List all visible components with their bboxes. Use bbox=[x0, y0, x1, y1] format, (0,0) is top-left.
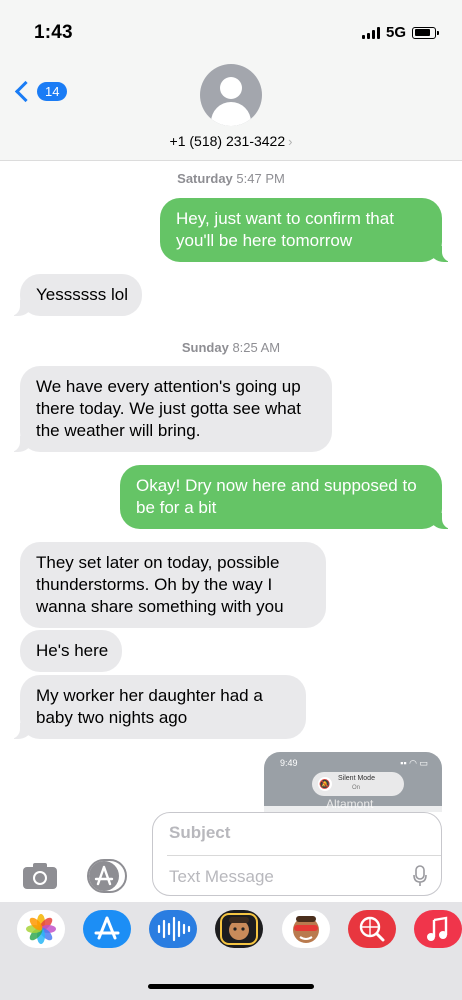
text-message-field[interactable]: Text Message bbox=[169, 867, 274, 887]
unread-badge: 14 bbox=[37, 82, 68, 101]
contact-name[interactable]: +1 (518) 231-3422 › bbox=[0, 133, 462, 149]
contact-avatar[interactable] bbox=[200, 64, 262, 126]
music-icon[interactable] bbox=[414, 910, 462, 948]
received-message[interactable]: They set later on today, possible thunde… bbox=[20, 542, 326, 628]
status-time: 1:43 bbox=[34, 22, 73, 43]
received-message[interactable]: My worker her daughter had a baby two ni… bbox=[6, 675, 306, 739]
bell-slash-icon: 🔕 bbox=[318, 777, 332, 791]
app-store-icon[interactable] bbox=[83, 910, 131, 948]
camera-icon[interactable] bbox=[22, 862, 58, 890]
person-icon bbox=[220, 77, 242, 99]
thumb-status-icons: ▪▪ ◠ ▭ bbox=[400, 758, 428, 768]
back-button[interactable]: 14 bbox=[14, 80, 68, 103]
contact-number: +1 (518) 231-3422 bbox=[169, 133, 286, 149]
image-attachment[interactable]: 9:49 ▪▪ ◠ ▭ 🔕 Silent Mode On Altamont bbox=[264, 752, 442, 812]
animoji-icon[interactable] bbox=[282, 910, 330, 948]
chevron-left-icon bbox=[14, 80, 37, 103]
received-message[interactable]: Yessssss lol bbox=[6, 274, 142, 316]
message-input[interactable]: Subject Text Message bbox=[152, 812, 442, 896]
chevron-right-icon: › bbox=[288, 134, 293, 149]
home-indicator[interactable] bbox=[148, 984, 314, 989]
memoji-icon[interactable] bbox=[215, 910, 263, 948]
network-type: 5G bbox=[385, 24, 406, 41]
sent-message[interactable]: Okay! Dry now here and supposed to be fo… bbox=[120, 465, 456, 529]
photos-icon[interactable] bbox=[17, 910, 65, 948]
web-search-icon[interactable] bbox=[348, 910, 396, 948]
thumb-time: 9:49 bbox=[280, 758, 298, 768]
subject-field[interactable]: Subject bbox=[169, 823, 230, 843]
battery-icon bbox=[412, 26, 439, 39]
received-message[interactable]: He's here bbox=[20, 630, 123, 672]
timestamp: Sunday 8:25 AM bbox=[181, 340, 281, 355]
divider bbox=[167, 855, 441, 856]
received-message[interactable]: We have every attention's going up there… bbox=[6, 366, 332, 452]
app-store-button[interactable] bbox=[86, 859, 130, 893]
silent-mode-pill: 🔕 Silent Mode On bbox=[312, 772, 404, 796]
status-indicators: 5G bbox=[361, 24, 439, 41]
audio-message-icon[interactable] bbox=[149, 910, 197, 948]
sent-message[interactable]: Hey, just want to confirm that you'll be… bbox=[160, 198, 456, 262]
microphone-icon[interactable] bbox=[413, 865, 427, 887]
signal-icon bbox=[361, 26, 380, 39]
timestamp: Saturday 5:47 PM bbox=[177, 171, 285, 186]
